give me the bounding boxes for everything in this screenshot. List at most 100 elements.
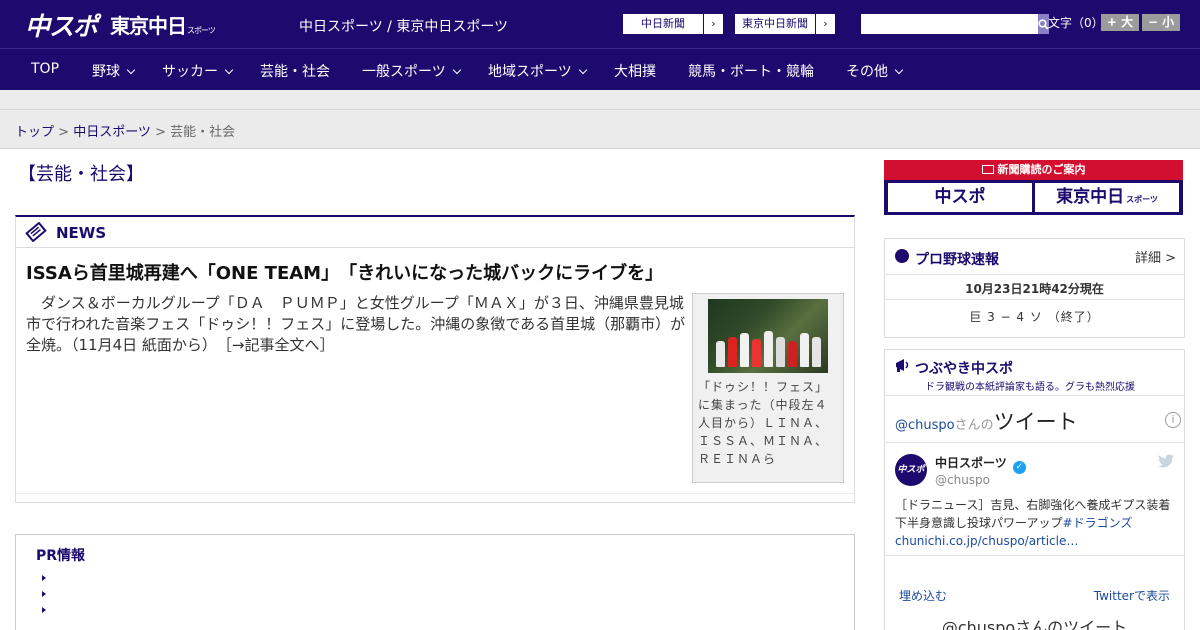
photo-figure [716,341,725,367]
nav-item-regional-sports[interactable]: 地域スポーツ [488,61,587,81]
tokyo-chunichi-logo[interactable]: 東京中日スポーツ [110,10,216,39]
tweets-heading: @chuspoさんのツイート i [895,406,1181,442]
breadcrumb-separator: > [54,125,74,140]
breadcrumb-separator: > [150,125,171,140]
twitter-bird-icon[interactable] [1158,454,1174,468]
chevron-right-icon: › [703,14,723,34]
tweet-body: ［ドラニュース］吉見、右脚強化へ養成ギプス装着 下半身意識し投球パワーアップ [895,498,1183,530]
subscribe-tokyo-label: 東京中日 [1056,187,1125,207]
nav-item-general-sports[interactable]: 一般スポーツ [362,61,461,81]
newspaper-icon [25,222,47,242]
font-size-label: 文字（0） [1048,16,1104,30]
font-smaller-button[interactable]: − 小 [1142,14,1180,31]
photo-figure [776,337,785,367]
font-bigger-button[interactable]: + 大 [1101,14,1139,31]
subscription-banner[interactable]: 新聞購読のご案内 中スポ 東京中日 スポーツ [884,160,1183,215]
avatar[interactable]: 中スポ [895,454,927,486]
subscribe-tokyo-chunichi-button[interactable]: 東京中日 スポーツ [1035,183,1179,212]
pr-title: PR情報 [36,548,86,564]
nav-item-sumo[interactable]: 大相撲 [614,61,656,81]
embed-link[interactable]: 埋め込む [899,587,947,604]
nav-item-racing[interactable]: 競馬・ボート・競輪 [688,61,814,81]
photo-figure [788,341,797,367]
nav-label: TOP [31,61,60,77]
chevron-down-icon [452,65,461,75]
main-nav: TOP 野球 サッカー 芸能・社会 一般スポーツ 地域スポーツ 大相撲 競馬・ボ… [0,48,1200,90]
news-footer-divider [16,493,854,494]
twitter-footer-text[interactable]: @chuspoさんのツイート [885,614,1184,630]
info-icon[interactable]: i [1165,412,1181,428]
tokyo-chunichi-shimbun-label: 東京中日新聞 [742,17,808,30]
triangle-bullet-icon [42,607,46,613]
twitter-widget-subtitle: ドラ観戦の本紙評論家も語る。グラも熱烈応援 [925,382,1135,393]
nav-label: 芸能・社会 [260,64,330,80]
breadcrumb-section-link[interactable]: 中日スポーツ [73,125,151,140]
tweet-hashtag-link[interactable]: #ドラゴンズ [1063,516,1133,530]
breadcrumb-current: 芸能・社会 [170,125,236,140]
baseball-detail-link[interactable]: 詳細 > [1135,247,1176,266]
triangle-bullet-icon [42,575,46,581]
tweet-user-name-text: 中日スポーツ [935,456,1007,470]
nav-label: その他 [846,64,888,80]
nav-label: 野球 [92,64,120,80]
article-headline[interactable]: ISSAら首里城再建へ「ONE TEAM」 「きれいになった城バックにライブを」 [26,259,663,285]
baseball-title: プロ野球速報 [915,252,999,268]
chunichi-shimbun-label: 中日新聞 [641,17,685,30]
photo-figure [764,331,773,367]
chevron-down-icon [126,65,136,75]
nav-label: 競馬・ボート・競輪 [688,64,814,80]
twitter-widget-title: つぶやき中スポ [915,361,1013,377]
tokyo-chunichi-shimbun-link[interactable]: 東京中日新聞 › [734,13,836,35]
baseball-update-time: 10月23日21時42分現在 [885,275,1184,300]
chuspo-logo[interactable]: 中スポ [25,7,98,43]
tweet-user-handle[interactable]: @chuspo [935,473,990,487]
tweet-text: ［ドラニュース］吉見、右脚強化へ養成ギプス装着 下半身意識し投球パワーアップ#ド… [895,496,1182,550]
tokyo-chunichi-logo-small: スポーツ [187,26,216,35]
site-tagline: 中日スポーツ / 東京中日スポーツ [299,19,509,35]
nav-label: サッカー [162,64,218,80]
photo-figure [752,339,761,367]
megaphone-icon [896,359,909,372]
twitter-widget: つぶやき中スポ ドラ観戦の本紙評論家も語る。グラも熱烈応援 @chuspoさんの… [884,349,1185,630]
nav-label: 大相撲 [614,64,656,80]
tokyo-chunichi-logo-text: 東京中日 [110,14,187,38]
chevron-down-icon [578,65,587,75]
twitter-account-link[interactable]: @chuspo [895,418,955,433]
tweets-divider [885,442,1184,443]
tweet-user-name[interactable]: 中日スポーツ ✓ [935,454,1026,474]
read-more-link[interactable]: ［→記事全文へ］ [224,336,334,354]
chunichi-shimbun-link[interactable]: 中日新聞 › [622,13,724,35]
baseball-icon [895,249,909,263]
chevron-right-icon: › [815,14,835,34]
chevron-down-icon [224,65,234,75]
site-header: 中スポ 東京中日スポーツ 中日スポーツ / 東京中日スポーツ 中日新聞 › 東京中… [0,0,1200,48]
sub-band [0,90,1200,110]
nav-item-top[interactable]: TOP [31,61,59,77]
nav-item-baseball[interactable]: 野球 [92,61,136,81]
nav-label: 一般スポーツ [362,64,446,80]
subscription-title: 新聞購読のご案内 [884,160,1183,180]
search-input[interactable] [861,14,1038,34]
subscribe-chuspo-label: 中スポ [934,187,986,207]
baseball-game-score[interactable]: 巨 3 − 4 ソ （終了） [885,308,1184,325]
tweet-url-link[interactable]: chunichi.co.jp/chuspo/article… [895,534,1078,548]
nav-item-other[interactable]: その他 [846,61,904,81]
article-body: ダンス＆ボーカルグループ「ＤＡ ＰＵＭＰ」と女性グループ「ＭＡＸ」が３日、沖縄県… [26,294,686,354]
news-panel: NEWS ISSAら首里城再建へ「ONE TEAM」 「きれいになった城バックに… [15,215,855,503]
breadcrumb-home-link[interactable]: トップ [15,125,54,140]
photo-figure [728,337,737,367]
subscribe-chuspo-button[interactable]: 中スポ [888,183,1032,212]
nav-item-soccer[interactable]: サッカー [162,61,234,81]
section-title: 【芸能・社会】 [18,164,144,185]
subscription-label: 新聞購読のご案内 [997,163,1086,176]
article-photo[interactable] [708,299,828,373]
pr-panel: PR情報 [15,534,855,630]
view-on-twitter-link[interactable]: Twitterで表示 [1094,587,1170,604]
chevron-down-icon [894,65,904,75]
nav-item-entertainment[interactable]: 芸能・社会 [260,61,330,81]
breadcrumb: トップ > 中日スポーツ > 芸能・社会 [0,111,1200,149]
baseball-scores-panel: プロ野球速報 詳細 > 10月23日21時42分現在 巨 3 − 4 ソ （終了… [884,238,1185,338]
photo-caption: 「ドゥシ！！フェス」に集まった（中段左４人目から）ＬＩＮＡ、ＩＳＳＡ、ＭＩＮＡ、… [698,380,829,466]
subscribe-tokyo-small: スポーツ [1126,195,1158,204]
twitter-account-suffix: さんの [954,418,994,433]
